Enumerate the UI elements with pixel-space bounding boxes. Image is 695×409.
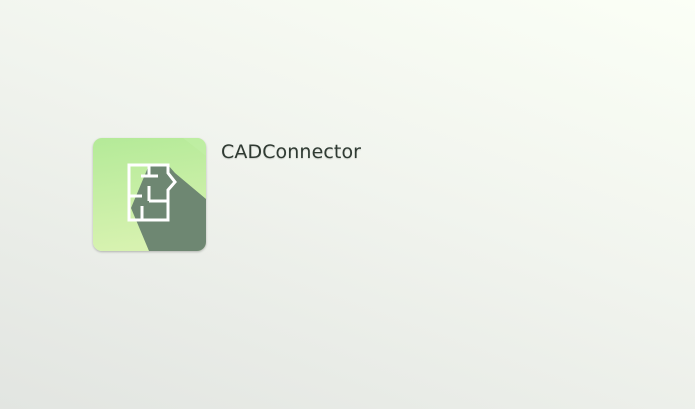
app-label[interactable]: CADConnector: [221, 140, 361, 164]
floor-plan-icon[interactable]: [93, 138, 206, 251]
app-tile-cadconnector[interactable]: CADConnector: [93, 138, 361, 251]
